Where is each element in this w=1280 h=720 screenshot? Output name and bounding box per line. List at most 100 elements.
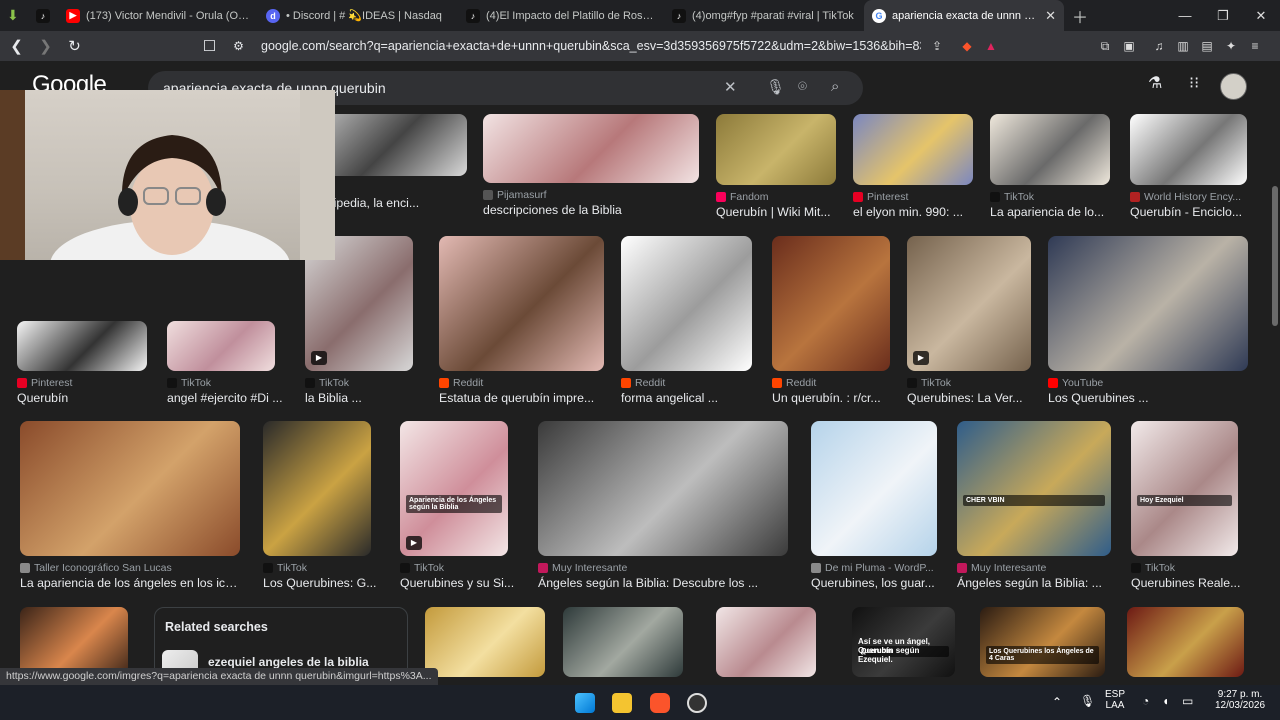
apps-icon[interactable]: ⁝⁝ — [1189, 73, 1199, 93]
result-title[interactable]: Querubines y su Si... — [400, 576, 520, 590]
image-thumbnail[interactable]: Querubín Así se ve un ángel, Querubín seg… — [852, 607, 955, 677]
image-thumbnail[interactable]: Apariencia de los Ángeles según la Bibli… — [400, 421, 508, 556]
result-title[interactable]: Estatua de querubín impre... — [439, 391, 604, 405]
image-thumbnail[interactable] — [263, 421, 371, 556]
back-icon[interactable]: ❮ — [4, 37, 29, 55]
brave-browser-icon[interactable] — [650, 693, 670, 713]
tab-pinned[interactable]: ♪ — [28, 0, 58, 31]
image-thumbnail[interactable] — [990, 114, 1110, 185]
image-thumbnail[interactable] — [1127, 607, 1244, 677]
close-tab-icon[interactable]: ✕ — [1045, 8, 1056, 24]
result-title[interactable]: Querubines: La Ver... — [907, 391, 1031, 405]
avatar[interactable] — [1220, 73, 1247, 100]
tab-google-search[interactable]: G apariencia exacta de unnn querubin ✕ — [864, 0, 1064, 31]
bookmark-icon[interactable]: ☐ — [197, 37, 222, 55]
result-source: TikTok — [400, 562, 444, 574]
result-title[interactable]: La apariencia de lo... — [990, 205, 1110, 219]
result-title[interactable]: Querubín - Enciclo... — [1130, 205, 1250, 219]
site-info-icon[interactable]: ⚙ — [226, 39, 251, 53]
tab-youtube[interactable]: ▶ (173) Victor Mendivil - Orula (Oficial… — [58, 0, 258, 31]
maximize-icon[interactable]: ❐ — [1204, 8, 1242, 24]
image-thumbnail[interactable] — [1130, 114, 1247, 185]
result-title[interactable]: Ángeles según la Biblia: Descubre los ..… — [538, 576, 788, 590]
result-title[interactable]: Querubín | Wiki Mit... — [716, 205, 836, 219]
url-field[interactable]: google.com/search?q=apariencia+exacta+de… — [261, 39, 921, 53]
result-title[interactable]: el elyon min. 990: ... — [853, 205, 973, 219]
result-title[interactable]: Querubines Reale... — [1131, 576, 1251, 590]
result-title[interactable]: Los Querubines: G... — [263, 576, 383, 590]
microphone-icon[interactable]: 🎙 — [766, 78, 785, 96]
wifi-icon[interactable]: ◔ — [1142, 694, 1149, 708]
thumbnail-caption: CHER VBIN — [963, 495, 1105, 506]
sidebar-icon[interactable]: ▥ — [1171, 39, 1195, 53]
battery-icon[interactable]: ▭ — [1182, 694, 1193, 708]
wallet-icon[interactable]: ▤ — [1195, 39, 1219, 53]
scrollbar[interactable] — [1272, 186, 1278, 326]
labs-icon[interactable]: ⚗ — [1148, 73, 1162, 93]
result-title[interactable]: Querubines, los guar... — [811, 576, 937, 590]
result-title[interactable]: Los Querubines ... — [1048, 391, 1248, 405]
image-thumbnail[interactable] — [853, 114, 973, 185]
clear-icon[interactable]: ✕ — [724, 78, 737, 96]
windows-start-icon[interactable] — [575, 693, 595, 713]
result-title[interactable]: descripciones de la Biblia — [483, 203, 699, 217]
extensions-icon[interactable]: ⧉ — [1093, 39, 1117, 54]
leo-icon[interactable]: ✦ — [1219, 39, 1243, 53]
downloads-icon[interactable]: ⬇ — [0, 0, 28, 31]
result-title[interactable]: forma angelical ... — [621, 391, 752, 405]
lens-icon[interactable]: ⌾ — [798, 78, 807, 95]
microphone-tray-icon[interactable]: 🎙 — [1080, 694, 1095, 708]
source-favicon-icon — [853, 192, 863, 202]
close-window-icon[interactable]: ✕ — [1242, 8, 1280, 24]
tray-overflow-icon[interactable]: ⌃ — [1052, 695, 1062, 709]
new-tab-button[interactable]: ＋ — [1064, 0, 1094, 31]
image-thumbnail[interactable] — [425, 607, 545, 677]
forward-icon[interactable]: ❯ — [33, 37, 58, 55]
result-source: TikTok — [1131, 562, 1175, 574]
image-thumbnail[interactable] — [167, 321, 275, 371]
image-thumbnail[interactable]: Hoy Ezequiel — [1131, 421, 1238, 556]
image-thumbnail[interactable] — [716, 607, 816, 677]
image-thumbnail[interactable]: CHER VBIN — [957, 421, 1111, 556]
image-thumbnail[interactable] — [811, 421, 937, 556]
share-icon[interactable]: ⇪ — [925, 39, 949, 53]
result-title[interactable]: Querubín — [17, 391, 147, 405]
result-source: TikTok — [990, 191, 1034, 203]
tab-tiktok-fyp[interactable]: ♪ (4)omg#fyp #parati #viral | TikTok — [664, 0, 864, 31]
file-explorer-icon[interactable] — [612, 693, 632, 713]
result-title[interactable]: Ángeles según la Biblia: ... — [957, 576, 1111, 590]
media-icon[interactable]: ♫ — [1147, 39, 1171, 53]
image-thumbnail[interactable] — [483, 114, 699, 183]
result-title[interactable]: la Biblia ... — [305, 391, 425, 405]
image-thumbnail[interactable] — [538, 421, 788, 556]
image-thumbnail[interactable] — [439, 236, 604, 371]
image-thumbnail[interactable] — [563, 607, 683, 677]
source-favicon-icon — [17, 378, 27, 388]
menu-icon[interactable]: ≡ — [1243, 39, 1267, 53]
image-thumbnail[interactable]: Los Querubines los Ángeles de 4 Caras — [980, 607, 1105, 677]
image-thumbnail[interactable] — [716, 114, 836, 185]
result-title[interactable]: La apariencia de los ángeles en los ico.… — [20, 576, 240, 590]
brave-shield-icon[interactable]: ◆ — [955, 39, 979, 53]
image-thumbnail[interactable] — [1048, 236, 1248, 371]
reload-icon[interactable]: ↻ — [62, 37, 87, 55]
minimize-icon[interactable]: — — [1166, 8, 1204, 24]
status-url: https://www.google.com/imgres?q=aparienc… — [0, 668, 438, 685]
search-icon[interactable]: ⌕ — [831, 78, 839, 95]
image-thumbnail[interactable] — [17, 321, 147, 371]
obs-icon[interactable] — [687, 693, 707, 713]
image-thumbnail[interactable] — [20, 421, 240, 556]
image-thumbnail[interactable]: ▶ — [907, 236, 1031, 371]
result-title[interactable]: angel #ejercito #Di ... — [167, 391, 287, 405]
image-thumbnail[interactable] — [772, 236, 890, 371]
screenshot-icon[interactable]: ▣ — [1117, 39, 1141, 53]
brave-rewards-icon[interactable]: ▲ — [979, 39, 1003, 53]
image-thumbnail[interactable] — [20, 607, 128, 677]
tab-discord[interactable]: d • Discord | # 💫IDEAS | Nasdaq — [258, 0, 458, 31]
clock[interactable]: 9:27 p. m. 12/03/2026 — [1208, 689, 1272, 711]
image-thumbnail[interactable] — [621, 236, 752, 371]
result-title[interactable]: Un querubín. : r/cr... — [772, 391, 892, 405]
language-indicator[interactable]: ESP LAA — [1105, 689, 1125, 711]
volume-icon[interactable]: ◖ — [1162, 694, 1169, 708]
tab-tiktok-roswell[interactable]: ♪ (4)El Impacto del Platillo de Roswell … — [458, 0, 664, 31]
